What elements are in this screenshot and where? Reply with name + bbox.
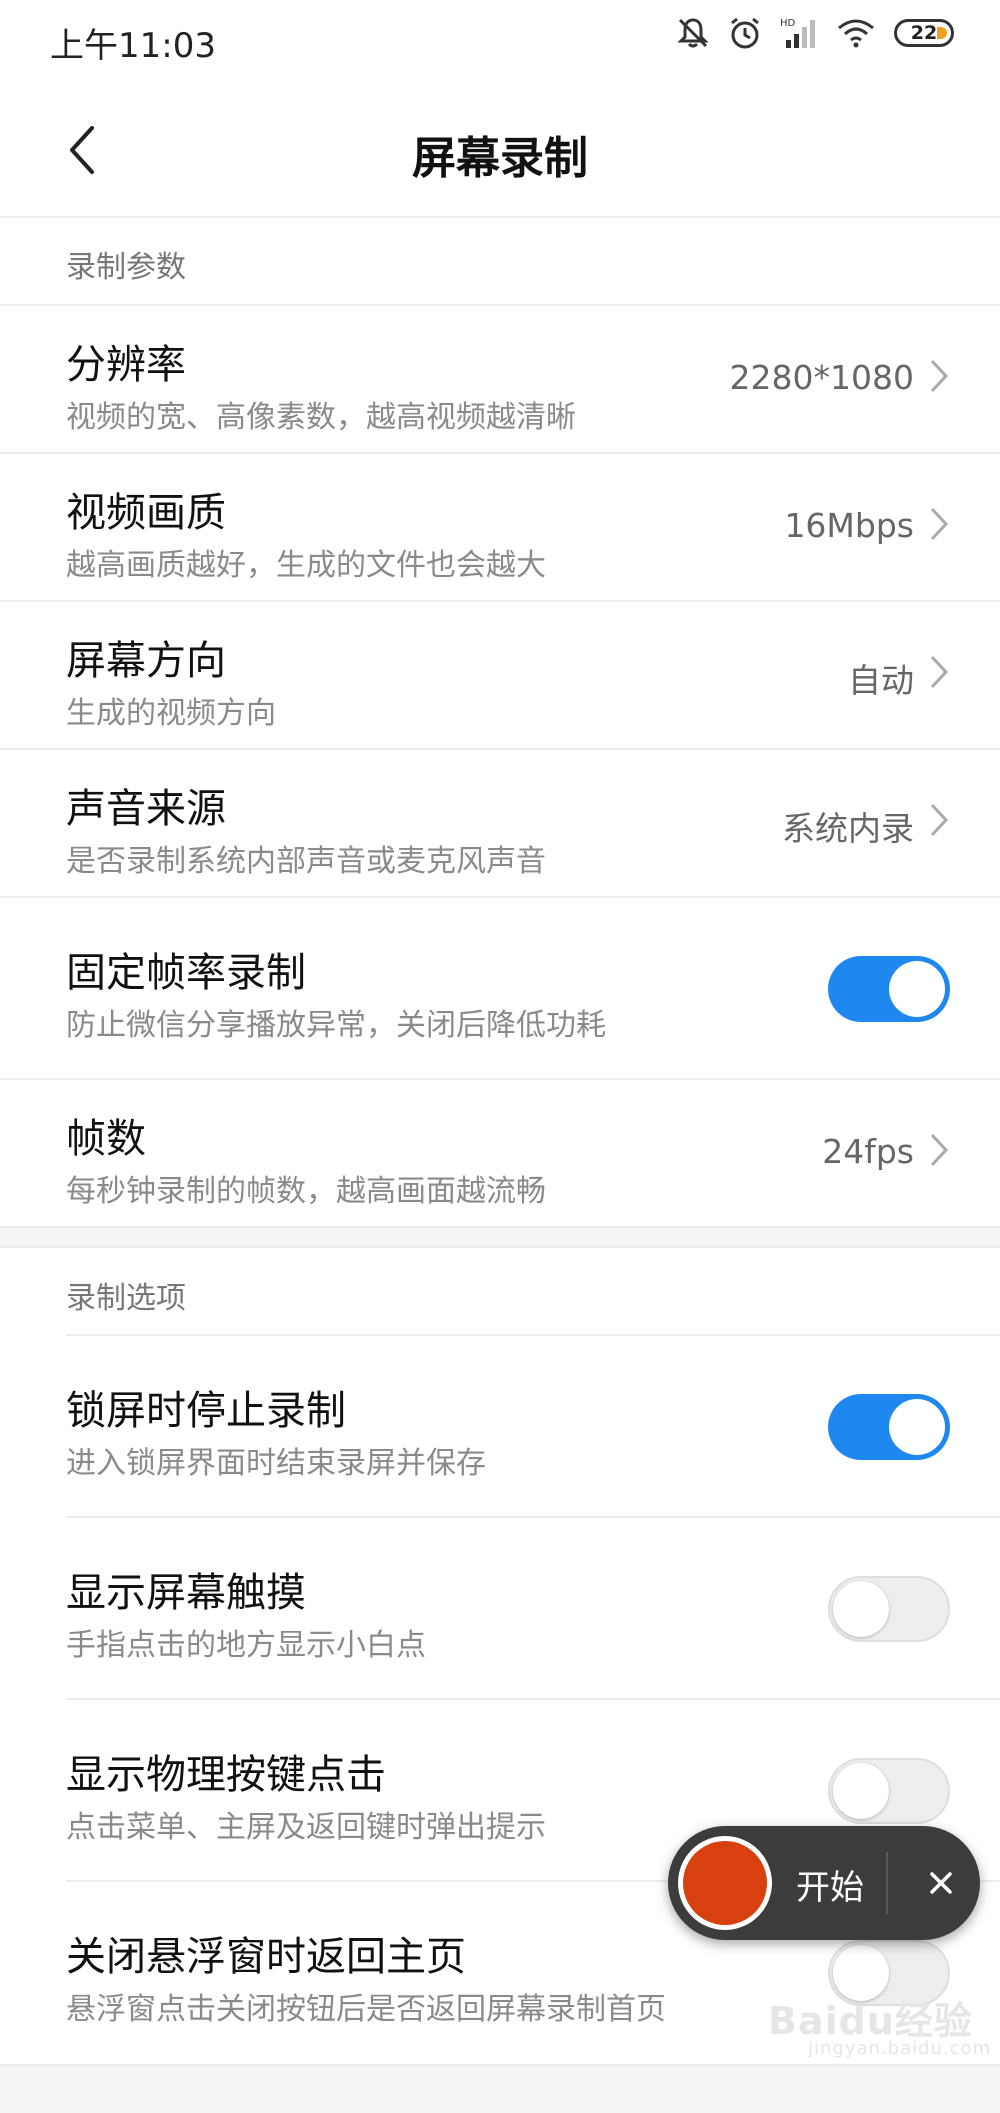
setting-description: 防止微信分享播放异常，关闭后降低功耗 [66, 1008, 606, 1043]
setting-show-touches: 显示屏幕触摸 手指点击的地方显示小白点 [0, 1518, 1000, 1698]
setting-screen-orientation[interactable]: 屏幕方向 生成的视频方向 自动 [0, 602, 1000, 748]
watermark-sub: jingyan.baidu.com [808, 2038, 992, 2059]
wifi-icon [836, 16, 876, 50]
setting-audio-source[interactable]: 声音来源 是否录制系统内部声音或麦克风声音 系统内录 [0, 750, 1000, 896]
bottom-band [0, 2064, 1000, 2113]
setting-value: 16Mbps [784, 506, 914, 545]
battery-icon: 22 [894, 19, 954, 47]
setting-value: 自动 [848, 661, 914, 700]
setting-description: 越高画质越好，生成的文件也会越大 [66, 548, 546, 583]
setting-description: 点击菜单、主屏及返回键时弹出提示 [66, 1810, 546, 1845]
setting-label: 显示屏幕触摸 [66, 1570, 306, 1616]
watermark-text: Baidu经验 [768, 1999, 973, 2043]
setting-value: 24fps [822, 1132, 914, 1171]
section-title-params: 录制参数 [66, 250, 186, 285]
show-touches-toggle[interactable] [828, 1576, 950, 1642]
setting-label: 关闭悬浮窗时返回主页 [66, 1934, 466, 1980]
setting-label: 固定帧率录制 [66, 950, 306, 996]
setting-fixed-framerate: 固定帧率录制 防止微信分享播放异常，关闭后降低功耗 [0, 898, 1000, 1078]
setting-description: 进入锁屏界面时结束录屏并保存 [66, 1446, 486, 1481]
alarm-icon [728, 16, 762, 50]
setting-label: 帧数 [66, 1116, 146, 1162]
header: 屏幕录制 [0, 84, 1000, 218]
setting-description: 手指点击的地方显示小白点 [66, 1628, 426, 1663]
setting-description: 是否录制系统内部声音或麦克风声音 [66, 844, 546, 879]
setting-frame-rate[interactable]: 帧数 每秒钟录制的帧数，越高画面越流畅 24fps [0, 1080, 1000, 1226]
watermark: Baidu经验 jingyan.baidu.com [768, 1990, 990, 2059]
close-icon[interactable] [912, 1854, 970, 1912]
chevron-right-icon [928, 506, 950, 542]
setting-label: 屏幕方向 [66, 638, 226, 684]
status-bar: 上午11:03 HD 22 [0, 0, 1000, 84]
record-button[interactable] [678, 1836, 772, 1930]
section-gap [0, 1226, 1000, 1248]
show-key-presses-toggle[interactable] [828, 1758, 950, 1824]
chevron-right-icon [928, 802, 950, 838]
divider [886, 1852, 888, 1914]
setting-label: 分辨率 [66, 342, 186, 388]
setting-label: 声音来源 [66, 786, 226, 832]
setting-description: 悬浮窗点击关闭按钮后是否返回屏幕录制首页 [66, 1992, 666, 2027]
setting-resolution[interactable]: 分辨率 视频的宽、高像素数，越高视频越清晰 2280*1080 [0, 306, 1000, 452]
setting-label: 视频画质 [66, 490, 226, 536]
floating-record-control: 开始 [668, 1826, 980, 1940]
chevron-right-icon [928, 654, 950, 690]
setting-description: 生成的视频方向 [66, 696, 276, 731]
start-label[interactable]: 开始 [796, 1860, 864, 1909]
setting-value: 系统内录 [782, 809, 914, 848]
page-title: 屏幕录制 [412, 133, 588, 184]
mute-icon [676, 16, 710, 50]
setting-label: 显示物理按键点击 [66, 1752, 386, 1798]
setting-description: 每秒钟录制的帧数，越高画面越流畅 [66, 1174, 546, 1209]
fixed-framerate-toggle[interactable] [828, 956, 950, 1022]
setting-stop-on-lock: 锁屏时停止录制 进入锁屏界面时结束录屏并保存 [0, 1336, 1000, 1516]
chevron-right-icon [928, 358, 950, 394]
svg-text:HD: HD [780, 18, 796, 29]
signal-icon: HD [780, 16, 818, 50]
stop-on-lock-toggle[interactable] [828, 1394, 950, 1460]
setting-video-quality[interactable]: 视频画质 越高画质越好，生成的文件也会越大 16Mbps [0, 454, 1000, 600]
section-title-options: 录制选项 [66, 1281, 186, 1316]
setting-description: 视频的宽、高像素数，越高视频越清晰 [66, 400, 576, 435]
setting-label: 锁屏时停止录制 [66, 1388, 346, 1434]
chevron-right-icon [928, 1132, 950, 1168]
setting-value: 2280*1080 [729, 358, 914, 397]
status-time: 上午11:03 [50, 26, 216, 66]
